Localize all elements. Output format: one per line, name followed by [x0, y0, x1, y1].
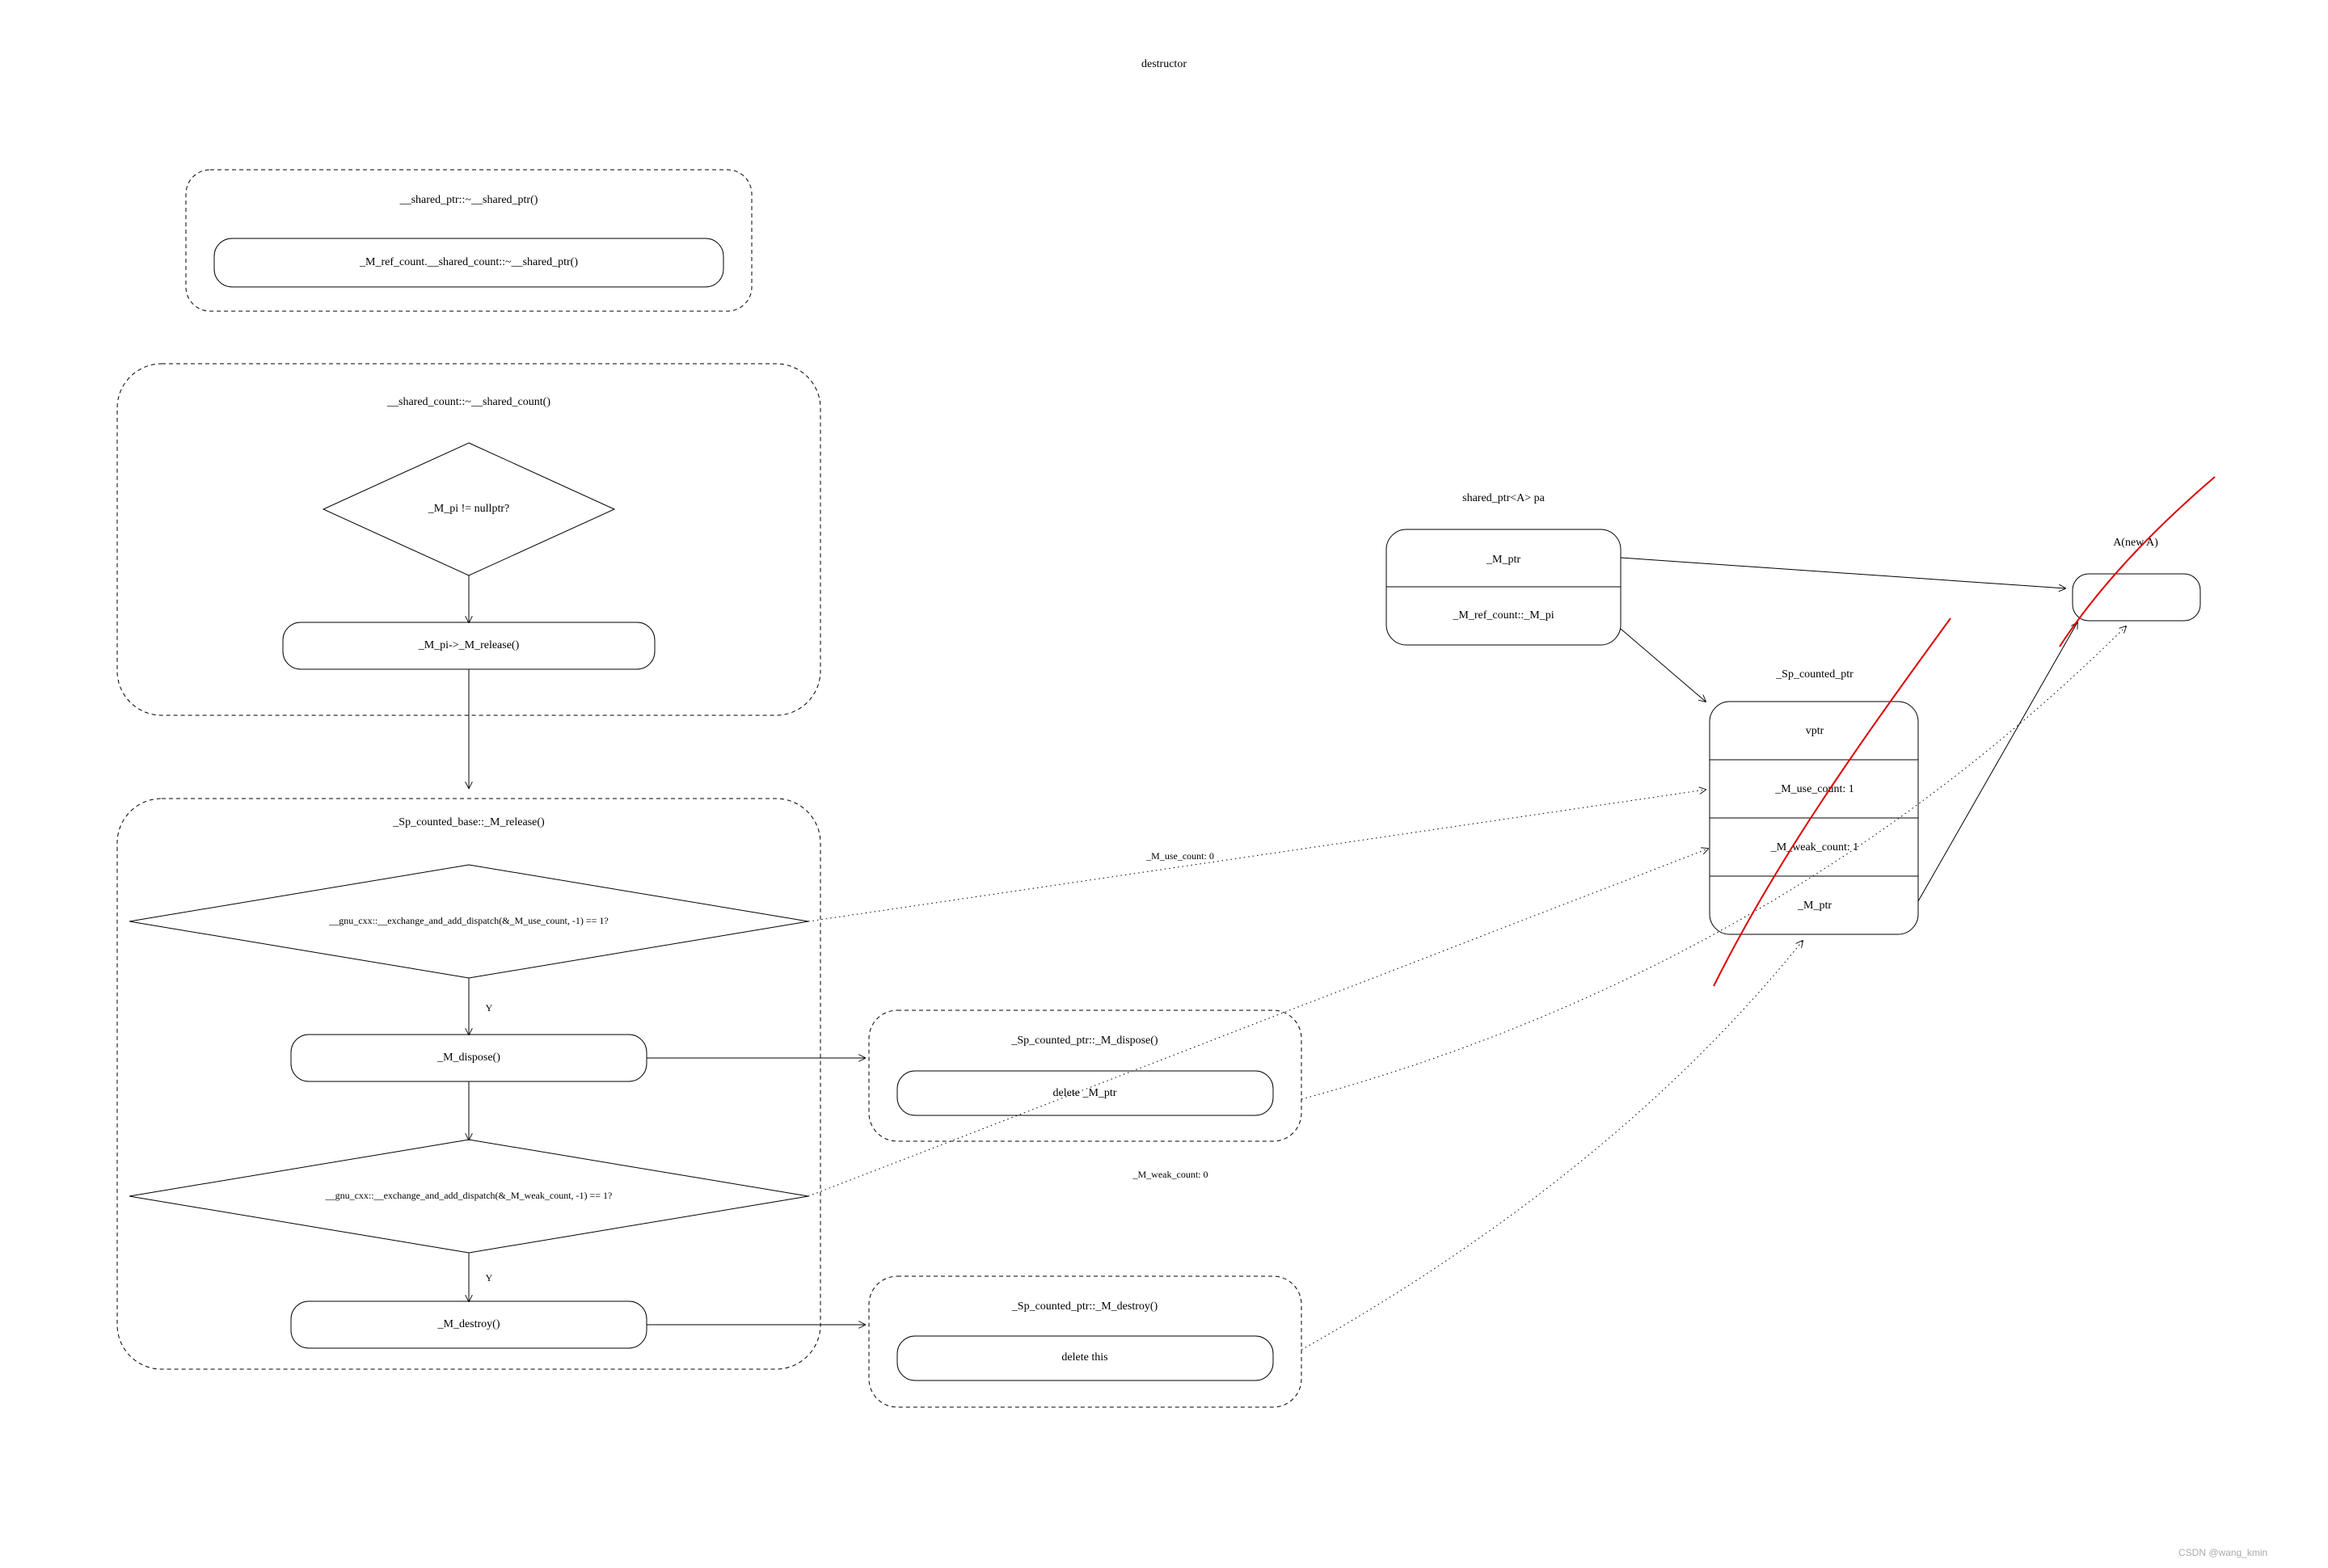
arrow-pa-mptr-to-a	[1621, 558, 2065, 588]
arrow-sp-mptr-to-a	[1918, 622, 2077, 901]
dotted-delete-this-to-sp	[1301, 941, 1803, 1350]
shared-ptr-dtor-title: __shared_ptr::~__shared_ptr()	[399, 194, 538, 206]
sp-dispose-title: _Sp_counted_ptr::_M_dispose()	[1010, 1035, 1158, 1047]
sp-dispose-body-text: delete _M_ptr	[1053, 1087, 1117, 1099]
obj-sp-row4: _M_ptr	[1797, 900, 1832, 912]
group-shared-count-dtor	[117, 364, 820, 715]
diagram-title: destructor	[1141, 58, 1187, 70]
obj-sp-row2: _M_use_count: 1	[1774, 783, 1854, 795]
obj-sp-row1: vptr	[1806, 725, 1824, 737]
obj-pa-title: shared_ptr<A> pa	[1462, 492, 1545, 504]
sp-destroy-body-text: delete this	[1061, 1351, 1107, 1364]
decision-mpi-null-text: _M_pi != nullptr?	[428, 503, 509, 515]
decision-use-count-text: __gnu_cxx::__exchange_and_add_dispatch(&…	[328, 915, 608, 926]
note-weak-count-0: _M_weak_count: 0	[1132, 1169, 1208, 1180]
action-m-release-text: _M_pi->_M_release()	[418, 639, 520, 651]
dec1-yes-label: Y	[486, 1002, 493, 1014]
action-m-destroy-text: _M_destroy()	[437, 1318, 500, 1330]
decision-weak-count-text: __gnu_cxx::__exchange_and_add_dispatch(&…	[325, 1190, 613, 1201]
dec2-yes-label: Y	[486, 1272, 493, 1283]
obj-pa-row1: _M_ptr	[1486, 554, 1520, 566]
dotted-use-count-link	[808, 790, 1706, 921]
watermark: CSDN @wang_kmin	[2178, 1547, 2267, 1558]
obj-pa-row2: _M_ref_count::_M_pi	[1452, 609, 1554, 622]
dotted-weak-count-link	[808, 849, 1708, 1196]
sp-counted-base-title: _Sp_counted_base::_M_release()	[392, 816, 545, 828]
shared-count-title: __shared_count::~__shared_count()	[386, 396, 550, 408]
arrow-pa-mpi-to-sp	[1621, 629, 1706, 702]
obj-sp-title: _Sp_counted_ptr	[1775, 668, 1854, 681]
obj-sp-row3: _M_weak_count: 1	[1770, 841, 1858, 854]
obj-a-box	[2073, 574, 2200, 621]
shared-ptr-dtor-body-text: _M_ref_count.__shared_count::~__shared_p…	[359, 256, 578, 268]
group-shared-ptr-dtor	[186, 170, 752, 311]
obj-a-title: A(new A)	[2113, 537, 2158, 549]
action-m-dispose-text: _M_dispose()	[436, 1052, 500, 1064]
sp-destroy-title: _Sp_counted_ptr::_M_destroy()	[1011, 1300, 1158, 1313]
dotted-delete-mptr-to-a	[1301, 626, 2126, 1099]
note-use-count-0: _M_use_count: 0	[1145, 850, 1214, 862]
group-sp-destroy	[869, 1276, 1301, 1407]
group-sp-dispose	[869, 1010, 1301, 1141]
